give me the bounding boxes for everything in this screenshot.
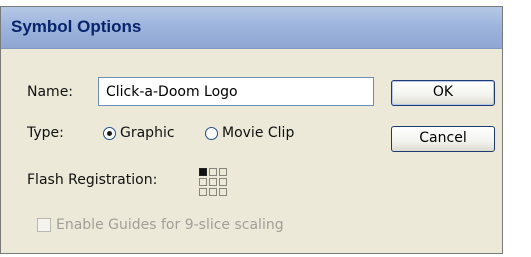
flash-registration-label: Flash Registration:: [27, 172, 158, 188]
movie-clip-radio[interactable]: [205, 127, 218, 140]
type-label: Type:: [27, 125, 64, 141]
graphic-radio[interactable]: [103, 127, 116, 140]
radio-selected-dot: [107, 131, 112, 136]
dialog-title: Symbol Options: [11, 17, 142, 36]
graphic-radio-label: Graphic: [120, 125, 175, 141]
ok-button[interactable]: OK: [391, 80, 495, 106]
cancel-button[interactable]: Cancel: [391, 126, 495, 152]
enable-guides-checkbox[interactable]: [37, 218, 51, 232]
dialog-titlebar[interactable]: Symbol Options: [1, 7, 502, 49]
name-input[interactable]: [98, 77, 374, 106]
registration-grid-icon[interactable]: [198, 167, 228, 197]
symbol-options-dialog: Symbol Options Name: OK Cancel Type: Gra…: [0, 6, 503, 254]
enable-guides-label: Enable Guides for 9-slice scaling: [56, 217, 284, 233]
name-label: Name:: [27, 84, 74, 100]
movie-clip-radio-label: Movie Clip: [222, 125, 295, 141]
